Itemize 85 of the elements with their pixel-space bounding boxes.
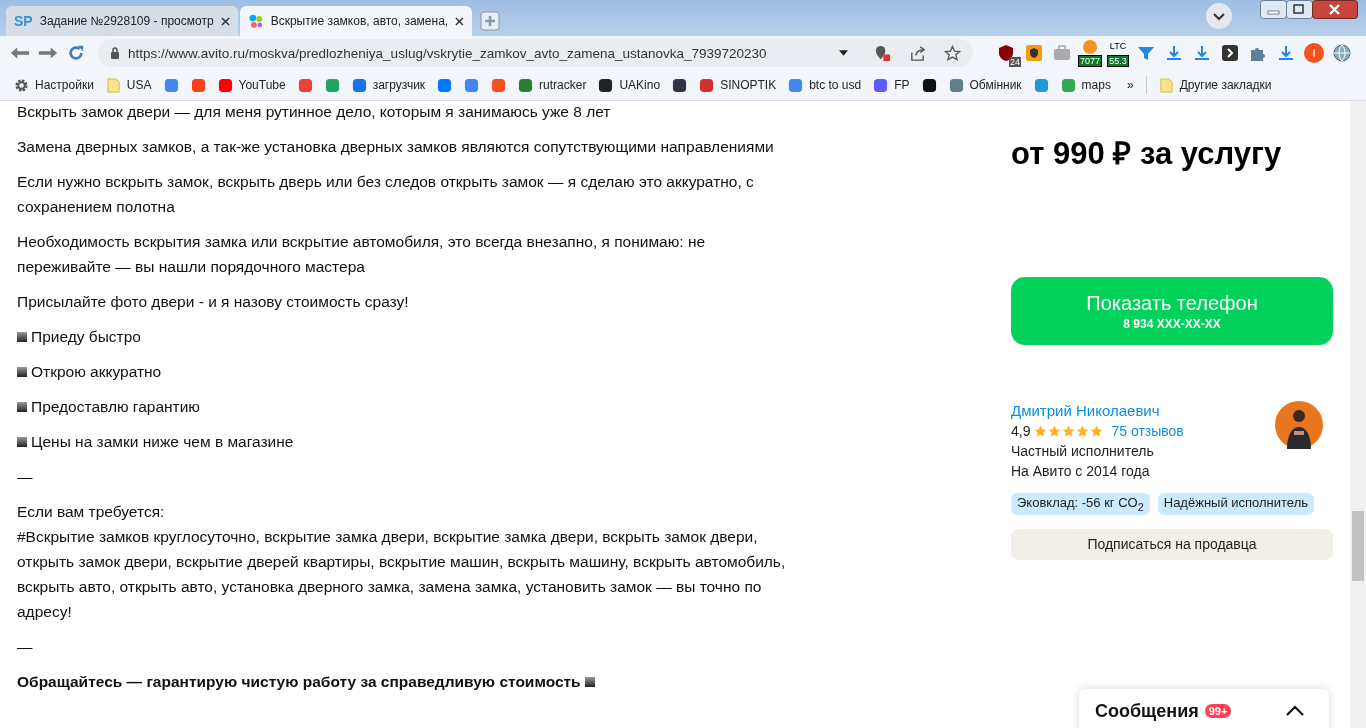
extension-button[interactable]: LTC 55.3 xyxy=(1107,39,1129,67)
coin-icon xyxy=(1083,40,1097,54)
briefcase-icon xyxy=(1053,44,1071,62)
square-icon xyxy=(17,436,27,447)
folder-icon xyxy=(105,77,121,93)
paragraph: — xyxy=(17,467,34,487)
funnel-icon xyxy=(1137,44,1155,62)
tab-title: Вскрытие замков, авто, замена, xyxy=(270,14,449,28)
dots-icon xyxy=(248,13,264,29)
bookmark[interactable]: Настройки xyxy=(14,77,94,93)
count-badge: 55.3 xyxy=(1107,55,1129,67)
location-blocked-icon[interactable] xyxy=(874,44,891,62)
bullet-text: Приеду быстро xyxy=(31,327,141,347)
folder-icon xyxy=(1158,77,1174,93)
tag: Эковклад: -56 кг CO$_{2}$ xyxy=(1011,493,1150,515)
tag: Надёжный исполнитель xyxy=(1157,493,1314,515)
paragraph: Вскрыть замок двери — для меня рутинное дело, которым я занимаюсь уже 8 лет xyxy=(17,102,612,122)
tab-title: Задание №2928109 - просмотр xyxy=(39,14,214,28)
square-icon xyxy=(17,331,27,342)
paragraph: #Вскрытие замков круглосуточно, вскрытие замка двери, вскрытие замка двери, вскрыть замок двери, открыть замок двери, вскрытие дверей квартиры, вскрытие машин, вскрыть машину, вскрыть автомобиль, вскрыть авто, открыть авто, установка дверного замка, замена замка, установить замок — вы точно по адресу! xyxy=(17,527,787,622)
site-icon[interactable] xyxy=(672,77,688,93)
messages-panel[interactable]: Сообщения 99+ xyxy=(1079,689,1329,728)
bookmark[interactable]: загрузчик xyxy=(351,77,426,93)
paragraph: Необходимость вскрытия замка или вскрытие автомобиля, это всегда внезапно, я понимаю: не переживайте — вы нашли порядочного мастера xyxy=(17,232,707,277)
download-icon xyxy=(1277,44,1295,62)
extension-button[interactable]: 7077 xyxy=(1079,39,1101,67)
site-icon[interactable] xyxy=(921,77,937,93)
dropdown-icon[interactable] xyxy=(839,50,848,56)
subscribe-button[interactable]: Подписаться на продавца xyxy=(1011,528,1333,560)
bookmark[interactable]: maps xyxy=(1060,77,1111,93)
bookmark[interactable]: btc to usd xyxy=(788,77,862,93)
download-icon xyxy=(1193,44,1211,62)
rating-value: 4,9 xyxy=(1011,422,1031,441)
ticker-label: LTC xyxy=(1109,41,1127,51)
reviews-link[interactable]: 75 отзывов xyxy=(1111,421,1184,441)
bookmark[interactable]: rutracker xyxy=(518,77,587,93)
settings-icon xyxy=(14,77,29,93)
window-controls-drawing[interactable] xyxy=(1260,0,1358,20)
seller-type: Частный исполнитель xyxy=(1011,442,1155,461)
square-icon xyxy=(584,676,595,687)
chevron-down-icon[interactable] xyxy=(1206,3,1232,29)
lock-icon xyxy=(110,47,120,59)
bookmark[interactable]: USA xyxy=(105,77,152,93)
paragraph: — xyxy=(17,637,34,657)
bookmark[interactable]: UAKino xyxy=(598,77,661,93)
bullet-text: Предоставлю гарантию xyxy=(31,397,200,417)
square-icon xyxy=(17,401,27,412)
unread-badge: 99+ xyxy=(1204,704,1232,718)
bookmark[interactable]: Обмінник xyxy=(948,77,1022,93)
seller-since: На Авито с 2014 года xyxy=(1011,462,1151,481)
shield-icon xyxy=(1025,44,1043,62)
close-icon[interactable] xyxy=(221,16,230,26)
bullet-text: Открою аккуратно xyxy=(31,362,162,382)
paragraph: Присылайте фото двери - и я назову стоимость сразу! xyxy=(17,292,410,312)
globe-icon xyxy=(1333,44,1351,62)
price: от 990 ₽ за услугу xyxy=(1011,135,1283,173)
bullet-text: Цены на замки ниже чем в магазине xyxy=(31,432,294,452)
url-text: https://www.avito.ru/moskva/predlozheniya_uslug/vskrytie_zamkov_avto_zamena_ustanovka_7939720230 xyxy=(128,45,768,61)
bookmark[interactable]: YouTube xyxy=(217,77,286,93)
browser-tab[interactable]: SP Задание №2928109 - просмотр xyxy=(6,6,238,36)
close-icon[interactable] xyxy=(455,16,464,26)
star-icon[interactable] xyxy=(944,44,961,62)
site-logo: SP xyxy=(14,13,33,29)
square-icon xyxy=(17,366,27,377)
chevron-up-icon[interactable] xyxy=(1285,705,1305,717)
count-badge: 24 xyxy=(1009,57,1021,67)
new-tab-icon[interactable] xyxy=(480,11,500,31)
paragraph: Если вам требуется: xyxy=(17,502,166,522)
scrollbar-thumb[interactable] xyxy=(1352,511,1364,581)
download-icon xyxy=(1165,44,1183,62)
count-badge: 7077 xyxy=(1078,55,1102,67)
closing-paragraph: Обращайтесь — гарантирую чистую работу за справедливую стоимость xyxy=(17,672,581,692)
reload-icon[interactable] xyxy=(66,44,86,62)
bookmark[interactable]: SINOPTIK xyxy=(699,77,777,93)
bookmark[interactable]: FP xyxy=(873,77,910,93)
address-bar[interactable]: https://www.avito.ru/moskva/predlozheniya_uslug/vskrytie_zamkov_avto_zamena_ustanovka_7939720230 xyxy=(98,39,973,67)
browser-tab[interactable]: Вскрытие замков, авто, замена, xyxy=(240,6,472,36)
paragraph: Замена дверных замков, а так-же установка дверных замков являются сопутствующими направлениями xyxy=(17,137,775,157)
bracket-icon xyxy=(1221,44,1239,62)
share-icon[interactable] xyxy=(909,44,926,62)
seller-name[interactable]: Дмитрий Николаевич xyxy=(1011,401,1184,421)
more-bookmarks-button[interactable]: » xyxy=(1126,78,1134,92)
messages-label: Сообщения xyxy=(1095,700,1199,722)
bookmark-folder[interactable]: Другие закладки xyxy=(1158,77,1272,93)
paragraph: Если нужно вскрыть замок, вскрыть дверь или без следов открыть замок — я сделаю это аккуратно, с сохранением полотна xyxy=(17,172,755,217)
